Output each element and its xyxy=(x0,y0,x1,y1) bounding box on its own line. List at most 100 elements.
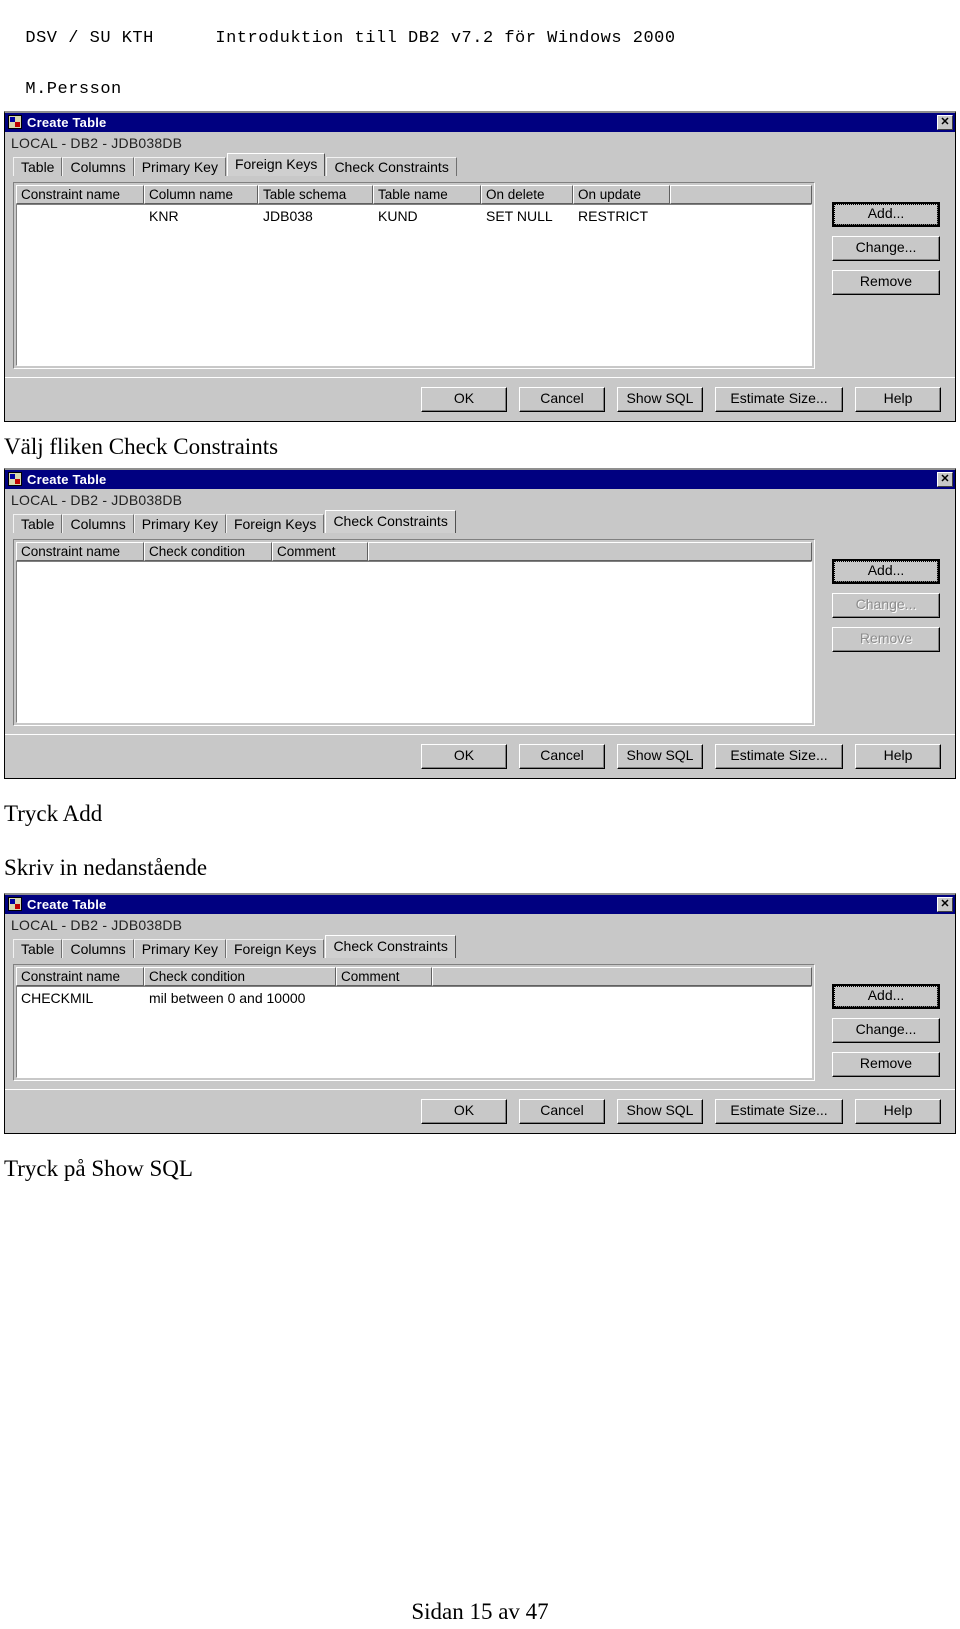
connection-subtitle: LOCAL - DB2 - JDB038DB xyxy=(11,916,183,933)
table-row[interactable]: CHECKMIL mil between 0 and 10000 xyxy=(17,987,811,1009)
dialog-body: Constraint name Column name Table schema… xyxy=(5,176,955,369)
grid-header-row: Constraint name Column name Table schema… xyxy=(16,184,812,204)
dialog-footer-buttons: OK Cancel Show SQL Estimate Size... Help xyxy=(5,733,955,778)
close-icon[interactable]: ✕ xyxy=(937,896,953,912)
tabstrip-filler xyxy=(457,531,955,533)
help-button[interactable]: Help xyxy=(855,386,941,412)
estimate-size-button[interactable]: Estimate Size... xyxy=(715,1098,843,1124)
header-author-line: M.Persson xyxy=(0,51,960,102)
titlebar: Create Table ✕ xyxy=(5,112,955,132)
page-footer: Sidan 15 av 47 xyxy=(0,1599,960,1625)
cell-constraint-name: CHECKMIL xyxy=(21,989,94,1006)
document-header: DSV / SU KTH Introduktion till DB2 v7.2 f… xyxy=(0,0,960,51)
column-header-comment[interactable]: Comment xyxy=(336,966,432,986)
column-header-comment[interactable]: Comment xyxy=(272,541,368,561)
tab-columns[interactable]: Columns xyxy=(62,513,134,533)
instruction-press-show-sql: Tryck på Show SQL xyxy=(4,1155,193,1181)
cell-on-delete: SET NULL xyxy=(486,207,553,224)
column-header-check-condition[interactable]: Check condition xyxy=(144,541,272,561)
cancel-button[interactable]: Cancel xyxy=(519,1098,605,1124)
tab-foreign-keys[interactable]: Foreign Keys xyxy=(225,513,325,533)
column-header-constraint-name[interactable]: Constraint name xyxy=(16,966,144,986)
cell-check-condition: mil between 0 and 10000 xyxy=(149,989,306,1006)
cell-on-update: RESTRICT xyxy=(578,207,648,224)
tab-table[interactable]: Table xyxy=(13,938,63,958)
cell-table-name: KUND xyxy=(378,207,418,224)
column-header-constraint-name[interactable]: Constraint name xyxy=(16,184,144,204)
column-header-column-name[interactable]: Column name xyxy=(144,184,258,204)
column-header-on-delete[interactable]: On delete xyxy=(481,184,573,204)
grid-header-row: Constraint name Check condition Comment xyxy=(16,966,812,986)
estimate-size-button[interactable]: Estimate Size... xyxy=(715,743,843,769)
show-sql-button[interactable]: Show SQL xyxy=(617,386,703,412)
window-title: Create Table xyxy=(27,896,107,912)
tab-check-constraints[interactable]: Check Constraints xyxy=(325,934,456,958)
create-table-dialog-check-constraints-filled: Create Table ✕ LOCAL - DB2 - JDB038DB Ta… xyxy=(4,892,956,1134)
instruction-type-below: Skriv in nedanstående xyxy=(4,854,208,880)
estimate-size-button[interactable]: Estimate Size... xyxy=(715,386,843,412)
cancel-button[interactable]: Cancel xyxy=(519,743,605,769)
show-sql-button[interactable]: Show SQL xyxy=(617,743,703,769)
table-row[interactable]: KNR JDB038 KUND SET NULL RESTRICT xyxy=(17,205,811,227)
column-header-check-condition[interactable]: Check condition xyxy=(144,966,336,986)
change-button[interactable]: Change... xyxy=(832,1017,940,1043)
add-button[interactable]: Add... xyxy=(832,983,940,1009)
column-header-constraint-name[interactable]: Constraint name xyxy=(16,541,144,561)
ok-button[interactable]: OK xyxy=(421,743,507,769)
remove-button: Remove xyxy=(832,626,940,652)
tab-columns[interactable]: Columns xyxy=(62,156,134,176)
tab-check-constraints[interactable]: Check Constraints xyxy=(325,509,456,533)
column-header-filler xyxy=(368,541,812,561)
page-number-label: Sidan 15 av 47 xyxy=(411,1599,549,1624)
application-icon xyxy=(8,115,22,130)
close-icon[interactable]: ✕ xyxy=(937,471,953,487)
tab-primary-key[interactable]: Primary Key xyxy=(133,513,226,533)
change-button: Change... xyxy=(832,592,940,618)
window-title: Create Table xyxy=(27,114,107,130)
tabstrip-filler xyxy=(457,956,955,958)
ok-button[interactable]: OK xyxy=(421,386,507,412)
column-header-table-name[interactable]: Table name xyxy=(373,184,481,204)
instruction-press-add: Tryck Add xyxy=(4,800,103,826)
connection-subtitle: LOCAL - DB2 - JDB038DB xyxy=(11,491,183,508)
titlebar: Create Table ✕ xyxy=(5,469,955,489)
dialog-body: Constraint name Check condition Comment … xyxy=(5,533,955,726)
cancel-button[interactable]: Cancel xyxy=(519,386,605,412)
ok-button[interactable]: OK xyxy=(421,1098,507,1124)
window-title: Create Table xyxy=(27,471,107,487)
help-button[interactable]: Help xyxy=(855,1098,941,1124)
close-icon[interactable]: ✕ xyxy=(937,114,953,130)
dialog-footer-buttons: OK Cancel Show SQL Estimate Size... Help xyxy=(5,376,955,421)
add-button[interactable]: Add... xyxy=(832,201,940,227)
application-icon xyxy=(8,472,22,487)
tab-table[interactable]: Table xyxy=(13,513,63,533)
tab-check-constraints[interactable]: Check Constraints xyxy=(326,156,457,176)
help-button[interactable]: Help xyxy=(855,743,941,769)
show-sql-button[interactable]: Show SQL xyxy=(617,1098,703,1124)
grid-body[interactable] xyxy=(16,560,812,723)
check-constraints-grid: Constraint name Check condition Comment xyxy=(13,538,815,726)
tab-table[interactable]: Table xyxy=(13,156,63,176)
column-header-filler xyxy=(432,966,812,986)
instruction-select-check-constraints: Välj fliken Check Constraints xyxy=(4,433,279,459)
column-header-table-schema[interactable]: Table schema xyxy=(258,184,373,204)
column-header-on-update[interactable]: On update xyxy=(573,184,670,204)
tab-columns[interactable]: Columns xyxy=(62,938,134,958)
add-button[interactable]: Add... xyxy=(832,558,940,584)
header-institution: DSV / SU KTH xyxy=(25,28,154,48)
tabstrip-filler xyxy=(457,174,955,176)
tab-foreign-keys[interactable]: Foreign Keys xyxy=(225,938,325,958)
tabstrip: Table Columns Primary Key Foreign Keys C… xyxy=(5,934,955,958)
tabstrip: Table Columns Primary Key Foreign Keys C… xyxy=(5,152,955,176)
remove-button[interactable]: Remove xyxy=(832,1051,940,1077)
grid-body[interactable]: CHECKMIL mil between 0 and 10000 xyxy=(16,985,812,1078)
tab-primary-key[interactable]: Primary Key xyxy=(133,156,226,176)
header-title: Introduktion till DB2 v7.2 för Windows 2… xyxy=(215,28,676,48)
side-button-column: Add... Change... Remove xyxy=(825,964,947,1081)
grid-body[interactable]: KNR JDB038 KUND SET NULL RESTRICT xyxy=(16,203,812,366)
tab-primary-key[interactable]: Primary Key xyxy=(133,938,226,958)
remove-button[interactable]: Remove xyxy=(832,269,940,295)
tab-foreign-keys[interactable]: Foreign Keys xyxy=(226,152,326,176)
change-button[interactable]: Change... xyxy=(832,235,940,261)
create-table-dialog-foreign-keys: Create Table ✕ LOCAL - DB2 - JDB038DB Ta… xyxy=(4,110,956,422)
